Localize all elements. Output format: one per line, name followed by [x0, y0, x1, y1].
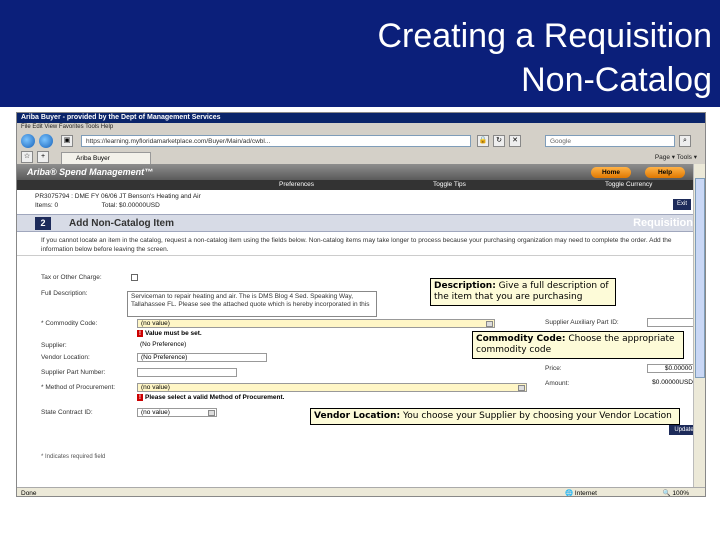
- nav-toggle-tips[interactable]: Toggle Tips: [433, 180, 466, 190]
- browser-address-row: ▣ https://learning.myfloridamarketplace.…: [17, 132, 705, 150]
- items-count: Items: 0: [35, 202, 59, 209]
- browser-title-bar: Ariba Buyer - provided by the Dept of Ma…: [17, 113, 705, 123]
- slide-title: Creating a Requisition Non-Catalog: [377, 14, 712, 102]
- chevron-down-icon[interactable]: [486, 321, 493, 327]
- back-icon[interactable]: [21, 134, 35, 148]
- status-zoom[interactable]: 🔍 100%: [662, 488, 689, 497]
- method-value: (no value): [141, 384, 170, 391]
- browser-status-bar: Done 🌐 Internet 🔍 100%: [17, 487, 705, 497]
- step-right-label: Requisition: [633, 217, 693, 229]
- commodity-select[interactable]: (no value): [137, 319, 495, 328]
- scroll-thumb[interactable]: [695, 178, 705, 378]
- supplier-label: Supplier:: [41, 342, 67, 349]
- commodity-callout: Commodity Code: Choose the appropriate c…: [472, 331, 684, 359]
- description-label: Full Description:: [41, 290, 88, 297]
- requisition-title: PR3075794 : DME FY 06/06 JT Benson's Hea…: [35, 193, 201, 200]
- help-button[interactable]: Help: [645, 167, 685, 178]
- supplier-part-input[interactable]: [137, 368, 237, 377]
- forward-icon[interactable]: [39, 134, 53, 148]
- browser-tab-row: ☆ + Ariba Buyer Page ▾ Tools ▾: [17, 150, 705, 164]
- amount-value: $0.00000USD: [652, 379, 693, 386]
- amount-label: Amount:: [545, 380, 570, 387]
- commodity-value: (no value): [141, 320, 170, 327]
- vendor-location-field[interactable]: (No Preference): [137, 353, 267, 362]
- requisition-summary: PR3075794 : DME FY 06/06 JT Benson's Hea…: [17, 192, 695, 210]
- browser-menu-bar[interactable]: File Edit View Favorites Tools Help: [17, 123, 705, 132]
- method-label: * Method of Procurement:: [41, 384, 116, 391]
- method-error: ! Please select a valid Method of Procure…: [137, 394, 284, 401]
- supplier-value[interactable]: (No Preference): [137, 341, 237, 350]
- toolbar-page-tools[interactable]: Page ▾ Tools ▾: [655, 152, 697, 163]
- commodity-label: * Commodity Code:: [41, 320, 98, 327]
- price-label: Price:: [545, 365, 562, 372]
- tab-ariba-buyer[interactable]: Ariba Buyer: [61, 152, 151, 164]
- add-favorites-icon[interactable]: +: [37, 151, 49, 163]
- zoom-icon: 🔍: [662, 490, 673, 497]
- supplier-part-label: Supplier Part Number:: [41, 369, 106, 376]
- lock-icon[interactable]: 🔒: [477, 135, 489, 147]
- commodity-error: ! Value must be set.: [137, 330, 202, 337]
- favorites-star-icon[interactable]: ☆: [21, 151, 33, 163]
- step-title: Add Non-Catalog Item: [69, 218, 174, 229]
- commodity-callout-title: Commodity Code:: [476, 334, 566, 344]
- vertical-scrollbar[interactable]: [693, 164, 705, 487]
- aux-part-label: Supplier Auxiliary Part ID:: [545, 319, 619, 326]
- tax-label: Tax or Other Charge:: [41, 274, 102, 281]
- address-bar[interactable]: https://learning.myfloridamarketplace.co…: [81, 135, 471, 147]
- status-zoom-text: 100%: [672, 490, 689, 497]
- total-amount: Total: $0.00000USD: [101, 202, 160, 209]
- step-number: 2: [35, 217, 51, 230]
- exit-button[interactable]: Exit: [673, 199, 691, 210]
- vendor-location-label: Vendor Location:: [41, 354, 90, 361]
- description-textarea[interactable]: Serviceman to repair heating and air. Th…: [127, 291, 377, 317]
- vendor-callout-text: You choose your Supplier by choosing you…: [400, 411, 672, 421]
- instructions: If you cannot locate an item in the cata…: [17, 236, 695, 256]
- commodity-error-text: Value must be set.: [145, 330, 202, 337]
- search-input[interactable]: Google: [545, 135, 675, 147]
- ariba-header: Ariba® Spend Management™ Home Help: [17, 164, 695, 180]
- chevron-down-icon[interactable]: [208, 410, 215, 416]
- price-input[interactable]: $0.00000: [647, 364, 695, 373]
- error-icon: !: [137, 394, 143, 401]
- refresh-icon[interactable]: ↻: [493, 135, 505, 147]
- home-button[interactable]: Home: [591, 167, 631, 178]
- requisition-totals: Items: 0 Total: $0.00000USD: [35, 201, 695, 210]
- status-text: Done: [21, 490, 37, 497]
- method-select[interactable]: (no value): [137, 383, 527, 392]
- page-icon: ▣: [61, 135, 73, 147]
- aux-part-input[interactable]: [647, 318, 695, 327]
- required-note: * Indicates required field: [41, 454, 106, 460]
- contract-select[interactable]: (no value): [137, 408, 217, 417]
- web-page: Ariba® Spend Management™ Home Help Prefe…: [17, 164, 695, 487]
- status-zone-text: Internet: [574, 490, 597, 497]
- nav-toggle-currency[interactable]: Toggle Currency: [605, 180, 652, 190]
- description-callout-title: Description:: [434, 281, 496, 291]
- globe-icon: 🌐: [565, 490, 575, 497]
- vendor-callout-title: Vendor Location:: [314, 411, 401, 421]
- chevron-down-icon[interactable]: [518, 385, 525, 391]
- ariba-nav: Preferences Toggle Tips Toggle Currency: [17, 180, 695, 190]
- slide-title-line1: Creating a Requisition: [377, 17, 712, 55]
- tax-checkbox[interactable]: [131, 274, 138, 281]
- status-zone: 🌐 Internet: [565, 488, 597, 497]
- slide: Creating a Requisition Non-Catalog Ariba…: [0, 0, 720, 540]
- ariba-logo: Ariba® Spend Management™: [27, 167, 154, 177]
- vendor-callout: Vendor Location: You choose your Supplie…: [310, 408, 680, 425]
- title-bar: Creating a Requisition Non-Catalog: [0, 0, 720, 107]
- description-callout: Description: Give a full description of …: [430, 278, 616, 306]
- contract-label: State Contract ID:: [41, 409, 93, 416]
- search-icon[interactable]: ⌕: [679, 135, 691, 147]
- method-error-text: Please select a valid Method of Procurem…: [145, 394, 285, 401]
- contract-value: (no value): [141, 409, 170, 416]
- step-header: Exit 2 Add Non-Catalog Item Requisition: [17, 199, 695, 232]
- slide-title-line2: Non-Catalog: [521, 61, 712, 99]
- error-icon: !: [137, 330, 143, 337]
- nav-preferences[interactable]: Preferences: [279, 180, 314, 190]
- stop-icon[interactable]: ✕: [509, 135, 521, 147]
